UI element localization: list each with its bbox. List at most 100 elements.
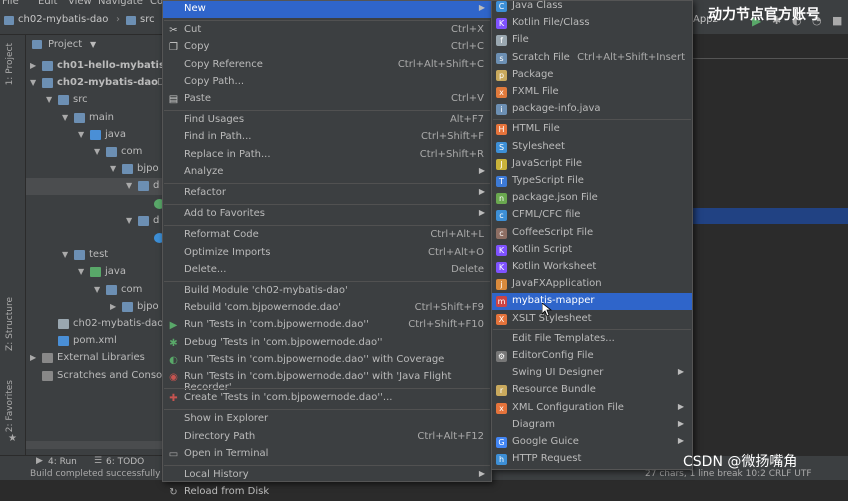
chevron-down-icon[interactable]: ▼	[90, 40, 96, 49]
tab-todo[interactable]: 6: TODO	[106, 457, 144, 467]
chevron-down-icon[interactable]: ▼	[62, 250, 68, 259]
tab-structure[interactable]: Z: Structure	[5, 297, 15, 351]
new-item-stylesheet[interactable]: S Stylesheet	[492, 139, 692, 156]
new-item-kotlin-worksheet[interactable]: K Kotlin Worksheet	[492, 259, 692, 276]
new-item-coffeescript-file[interactable]: c CoffeeScript File	[492, 225, 692, 242]
tree-row[interactable]: ▼ test	[26, 247, 166, 264]
chevron-down-icon[interactable]: ▼	[62, 113, 68, 122]
chevron-right-icon[interactable]: ▶	[30, 61, 36, 70]
new-item-package-json-file[interactable]: n package.json File	[492, 190, 692, 207]
new-item-java-class[interactable]: C Java Class	[492, 0, 692, 15]
new-item-javafxapplication[interactable]: j JavaFXApplication	[492, 276, 692, 293]
menu-item-copy-reference[interactable]: Copy Reference Ctrl+Alt+Shift+C	[163, 57, 491, 74]
tree-row[interactable]: ▼ ch02-mybatis-dao D	[26, 75, 166, 92]
chevron-right-icon[interactable]: ▶	[30, 353, 36, 362]
chevron-down-icon[interactable]: ▼	[78, 267, 84, 276]
menu-view[interactable]: View	[68, 0, 92, 7]
breadcrumb-src[interactable]: src	[140, 14, 155, 25]
new-item-scratch-file[interactable]: s Scratch File Ctrl+Alt+Shift+Insert	[492, 50, 692, 67]
tree-row[interactable]: ▼ main	[26, 110, 166, 127]
tab-favorites[interactable]: 2: Favorites	[5, 380, 15, 432]
tree-row[interactable]: ▼ d	[26, 213, 166, 230]
breadcrumb-project[interactable]: ch02-mybatis-dao	[18, 14, 108, 25]
menu-item-analyze[interactable]: Analyze ▶	[163, 164, 491, 181]
menu-item-run-tests-in-com-bjpowernode-dao[interactable]: ▶ Run 'Tests in 'com.bjpowernode.dao'' Ctr…	[163, 317, 491, 334]
menu-item-local-history[interactable]: Local History ▶	[163, 467, 491, 484]
menu-item-find-usages[interactable]: Find Usages Alt+F7	[163, 112, 491, 129]
tree-row[interactable]: ch02-mybatis-dao.	[26, 316, 166, 333]
menu-edit[interactable]: Edit	[38, 0, 57, 7]
chevron-down-icon[interactable]: ▼	[126, 181, 132, 190]
chevron-right-icon[interactable]: ▶	[110, 302, 116, 311]
new-item-swing-ui-designer[interactable]: Swing UI Designer ▶	[492, 365, 692, 382]
menu-navigate[interactable]: Navigate	[98, 0, 143, 7]
new-item-google-guice[interactable]: G Google Guice ▶	[492, 434, 692, 451]
tree-row[interactable]: ▼ java	[26, 127, 166, 144]
tree-row[interactable]: ▼ com	[26, 144, 166, 161]
menu-item-cut[interactable]: ✂ Cut Ctrl+X	[163, 22, 491, 39]
menu-item-run-tests-in-com-bjpowernode-dao-with-coverage[interactable]: ◐ Run 'Tests in 'com.bjpowernode.dao'' wi…	[163, 352, 491, 369]
menu-item-run-tests-in-com-bjpowernode-dao-with-java-flight-recorder[interactable]: ◉ Run 'Tests in 'com.bjpowernode.dao'' wi…	[163, 369, 491, 393]
new-item-resource-bundle[interactable]: r Resource Bundle	[492, 382, 692, 399]
chevron-down-icon[interactable]: ▼	[94, 147, 100, 156]
tree-row[interactable]: ▼ java	[26, 264, 166, 281]
tree-row[interactable]: ▼ src	[26, 92, 166, 109]
tree-row[interactable]: ▼ com	[26, 282, 166, 299]
menu-item-reload-from-disk[interactable]: ↻ Reload from Disk	[163, 484, 491, 501]
tree-row[interactable]: ▶ External Libraries	[26, 350, 166, 367]
menu-item-debug-tests-in-com-bjpowernode-dao[interactable]: ✱ Debug 'Tests in 'com.bjpowernode.dao''	[163, 335, 491, 352]
menu-item-paste[interactable]: ▤ Paste Ctrl+V	[163, 91, 491, 108]
menu-item-build-module-ch02-mybatis-dao[interactable]: Build Module 'ch02-mybatis-dao'	[163, 283, 491, 300]
new-item-cfml-cfc-file[interactable]: c CFML/CFC file	[492, 207, 692, 224]
new-item-kotlin-script[interactable]: K Kotlin Script	[492, 242, 692, 259]
menu-item-copy-path[interactable]: Copy Path...	[163, 74, 491, 91]
menu-item-refactor[interactable]: Refactor ▶	[163, 185, 491, 202]
tree-row[interactable]: ▼ d	[26, 178, 166, 196]
tree-row[interactable]	[26, 230, 166, 247]
new-item-mybatis-mapper[interactable]: m mybatis-mapper	[492, 293, 692, 311]
menu-item-optimize-imports[interactable]: Optimize Imports Ctrl+Alt+O	[163, 245, 491, 262]
chevron-down-icon[interactable]: ▼	[110, 164, 116, 173]
new-item-package[interactable]: p Package	[492, 67, 692, 84]
tree-row[interactable]: ▼ bjpo	[26, 161, 166, 178]
new-item-package-info-java[interactable]: i package-info.java	[492, 101, 692, 118]
tree-row[interactable]	[26, 196, 166, 213]
chevron-down-icon[interactable]: ▼	[126, 216, 132, 225]
menu-item-show-in-explorer[interactable]: Show in Explorer	[163, 411, 491, 428]
chevron-down-icon[interactable]: ▼	[94, 285, 100, 294]
menu-item-copy[interactable]: ❐ Copy Ctrl+C	[163, 39, 491, 56]
menu-item-new[interactable]: New ▶	[163, 1, 491, 18]
tree-row[interactable]: ▶ ch01-hello-mybatis	[26, 58, 166, 75]
menu-item-open-in-terminal[interactable]: ▭ Open in Terminal	[163, 446, 491, 463]
tree-row[interactable]: pom.xml	[26, 333, 166, 350]
menu-file[interactable]: File	[2, 0, 19, 7]
new-item-typescript-file[interactable]: T TypeScript File	[492, 173, 692, 190]
new-item-xml-configuration-file[interactable]: x XML Configuration File ▶	[492, 400, 692, 417]
tab-run[interactable]: 4: Run	[48, 457, 77, 467]
horizontal-scrollbar[interactable]	[26, 441, 166, 449]
project-view-selector[interactable]: Project	[48, 39, 82, 50]
menu-item-rebuild-com-bjpowernode-dao[interactable]: Rebuild 'com.bjpowernode.dao' Ctrl+Shift+…	[163, 300, 491, 317]
tree-row[interactable]: Scratches and Console	[26, 368, 171, 385]
chevron-down-icon[interactable]: ▼	[78, 130, 84, 139]
new-item-diagram[interactable]: Diagram ▶	[492, 417, 692, 434]
new-item-xslt-stylesheet[interactable]: X XSLT Stylesheet	[492, 311, 692, 328]
menu-item-find-in-path[interactable]: Find in Path... Ctrl+Shift+F	[163, 129, 491, 146]
stop-icon[interactable]: ■	[832, 14, 842, 27]
chevron-down-icon[interactable]: ▼	[46, 95, 52, 104]
tab-project[interactable]: 1: Project	[5, 43, 15, 85]
menu-item-create-tests-in-com-bjpowernode-dao[interactable]: ✚ Create 'Tests in 'com.bjpowernode.dao''…	[163, 390, 491, 407]
new-item-kotlin-file-class[interactable]: K Kotlin File/Class	[492, 15, 692, 32]
new-item-edit-file-templates[interactable]: Edit File Templates...	[492, 331, 692, 348]
new-item-javascript-file[interactable]: J JavaScript File	[492, 156, 692, 173]
chevron-down-icon[interactable]: ▼	[30, 78, 36, 87]
menu-item-directory-path[interactable]: Directory Path Ctrl+Alt+F12	[163, 429, 491, 446]
menu-item-replace-in-path[interactable]: Replace in Path... Ctrl+Shift+R	[163, 147, 491, 164]
new-item-http-request[interactable]: h HTTP Request	[492, 451, 692, 468]
menu-item-delete[interactable]: Delete... Delete	[163, 262, 491, 279]
new-item-html-file[interactable]: H HTML File	[492, 121, 692, 138]
new-item-file[interactable]: f File	[492, 32, 692, 49]
tree-row[interactable]: ▶ bjpo	[26, 299, 166, 316]
new-item-editorconfig-file[interactable]: ⚙ EditorConfig File	[492, 348, 692, 365]
menu-item-reformat-code[interactable]: Reformat Code Ctrl+Alt+L	[163, 227, 491, 244]
